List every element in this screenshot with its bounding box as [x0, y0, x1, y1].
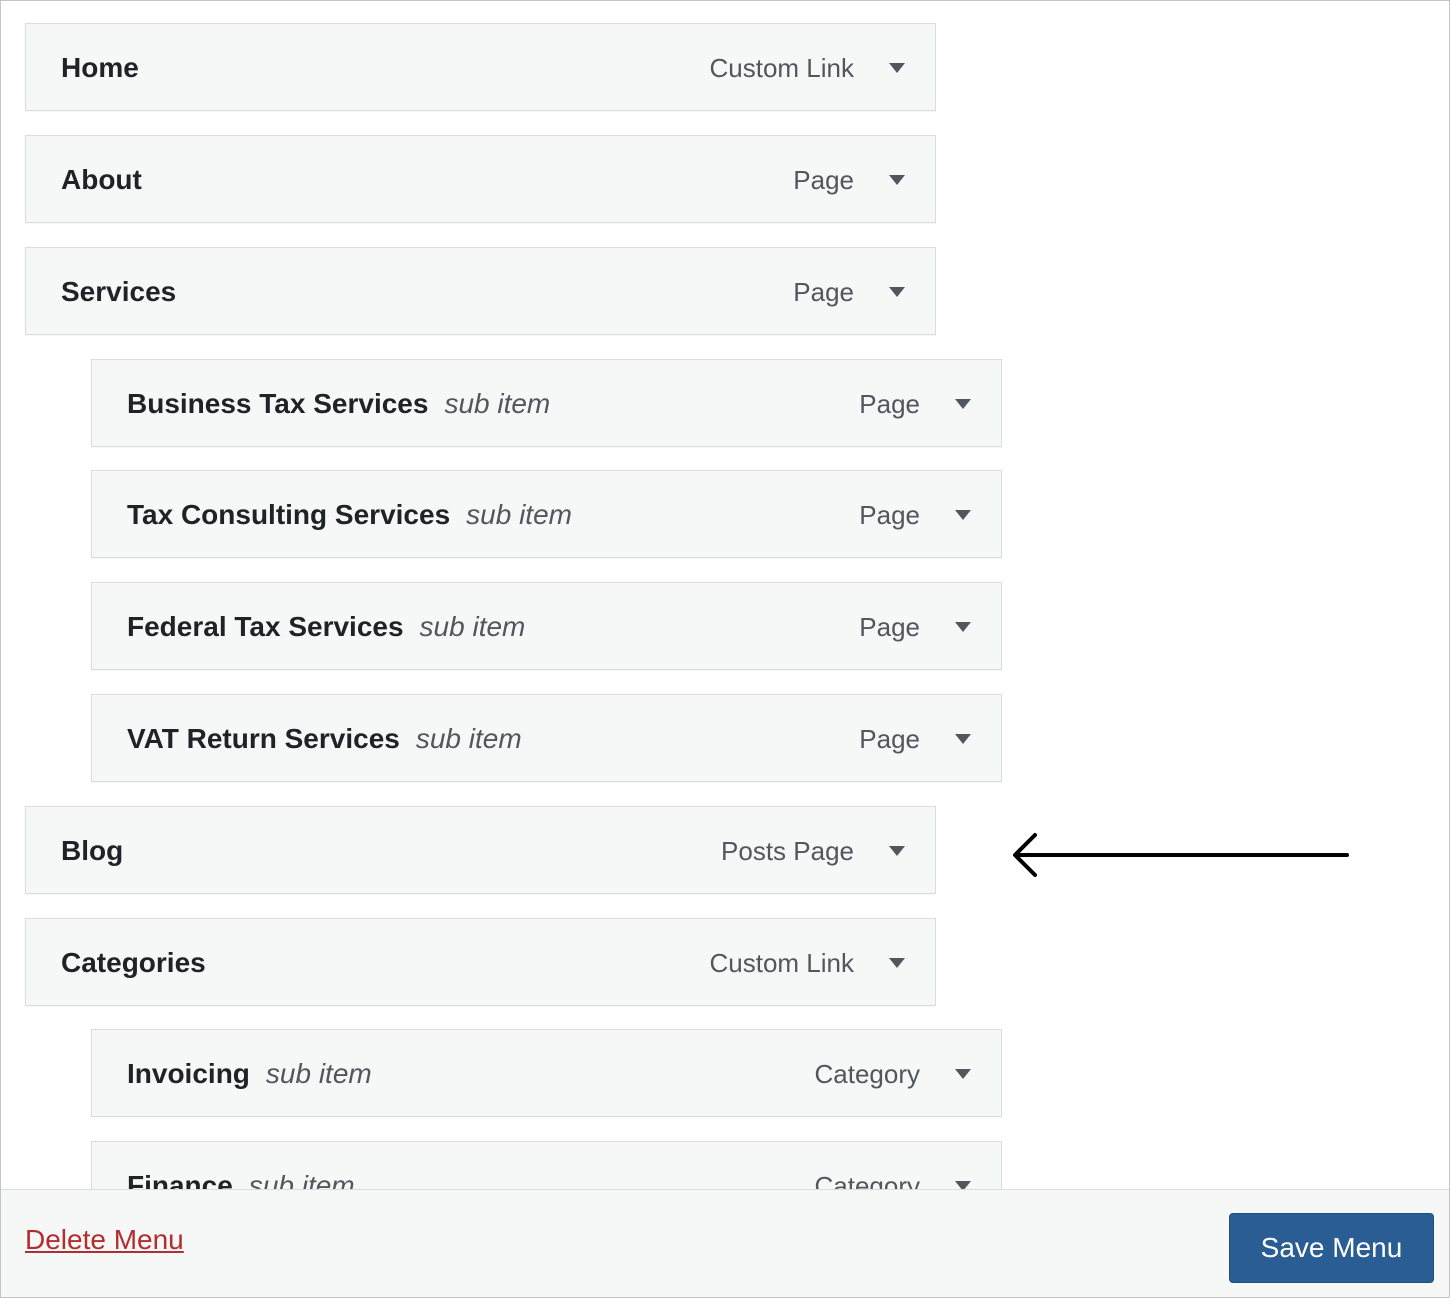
menu-item-title: About — [61, 164, 142, 195]
menu-structure-list: Home Custom Link About Page Services Pag… — [1, 1, 1449, 1189]
menu-item-title: Invoicing sub item — [127, 1058, 372, 1089]
menu-item-finance[interactable]: Finance sub item Category — [91, 1141, 1002, 1189]
menu-footer-bar: Delete Menu Save Menu — [1, 1189, 1449, 1297]
menu-item-business-tax-services[interactable]: Business Tax Services sub item Page — [91, 359, 1002, 447]
menu-item-title: Finance sub item — [127, 1142, 355, 1189]
menu-item-title: Blog — [61, 835, 124, 866]
menu-item-type: Posts Page — [721, 836, 854, 866]
menu-item-about[interactable]: About Page — [25, 135, 936, 223]
menu-item-title: Tax Consulting Services sub item — [127, 499, 572, 530]
menu-item-type: Page — [859, 724, 920, 754]
menu-item-type: Custom Link — [709, 53, 855, 83]
save-menu-button[interactable]: Save Menu — [1229, 1213, 1434, 1283]
sub-item-label: sub item — [466, 499, 572, 530]
menu-item-title: Federal Tax Services sub item — [127, 611, 526, 642]
menu-item-type: Page — [793, 165, 854, 195]
menu-editor-panel: Home Custom Link About Page Services Pag… — [0, 0, 1450, 1298]
sub-item-label: sub item — [415, 723, 522, 754]
menu-item-title: Business Tax Services sub item — [127, 388, 551, 419]
menu-item-type: Page — [859, 500, 920, 530]
expand-toggle-icon[interactable] — [877, 272, 917, 312]
menu-item-title: Home — [61, 52, 139, 83]
menu-item-vat-return-services[interactable]: VAT Return Services sub item Page — [91, 694, 1002, 782]
expand-toggle-icon[interactable] — [877, 160, 917, 200]
sub-item-label: sub item — [444, 388, 551, 419]
expand-toggle-icon[interactable] — [877, 831, 917, 871]
expand-toggle-icon[interactable] — [943, 1166, 983, 1189]
expand-toggle-icon[interactable] — [943, 719, 983, 759]
sub-item-label: sub item — [265, 1058, 372, 1089]
menu-item-home[interactable]: Home Custom Link — [25, 23, 936, 111]
menu-item-invoicing[interactable]: Invoicing sub item Category — [91, 1029, 1002, 1117]
expand-toggle-icon[interactable] — [877, 48, 917, 88]
sub-item-label: sub item — [248, 1170, 355, 1189]
menu-item-title: Categories — [61, 947, 206, 978]
menu-item-categories[interactable]: Categories Custom Link — [25, 918, 936, 1006]
menu-item-type: Page — [859, 612, 920, 642]
menu-item-services[interactable]: Services Page — [25, 247, 936, 335]
menu-item-type: Custom Link — [709, 948, 855, 978]
expand-toggle-icon[interactable] — [877, 943, 917, 983]
menu-item-type: Page — [859, 389, 920, 419]
left-arrow-icon — [1013, 833, 1349, 877]
expand-toggle-icon[interactable] — [943, 1054, 983, 1094]
menu-item-title: Services — [61, 276, 177, 307]
menu-item-tax-consulting-services[interactable]: Tax Consulting Services sub item Page — [91, 470, 1002, 558]
expand-toggle-icon[interactable] — [943, 607, 983, 647]
menu-item-blog[interactable]: Blog Posts Page — [25, 806, 936, 894]
menu-item-federal-tax-services[interactable]: Federal Tax Services sub item Page — [91, 582, 1002, 670]
expand-toggle-icon[interactable] — [943, 495, 983, 535]
menu-item-type: Category — [814, 1171, 921, 1189]
expand-toggle-icon[interactable] — [943, 384, 983, 424]
menu-item-type: Page — [793, 277, 854, 307]
menu-item-type: Category — [814, 1059, 921, 1089]
sub-item-label: sub item — [419, 611, 526, 642]
delete-menu-link[interactable]: Delete Menu — [25, 1224, 184, 1256]
menu-item-title: VAT Return Services sub item — [127, 723, 522, 754]
